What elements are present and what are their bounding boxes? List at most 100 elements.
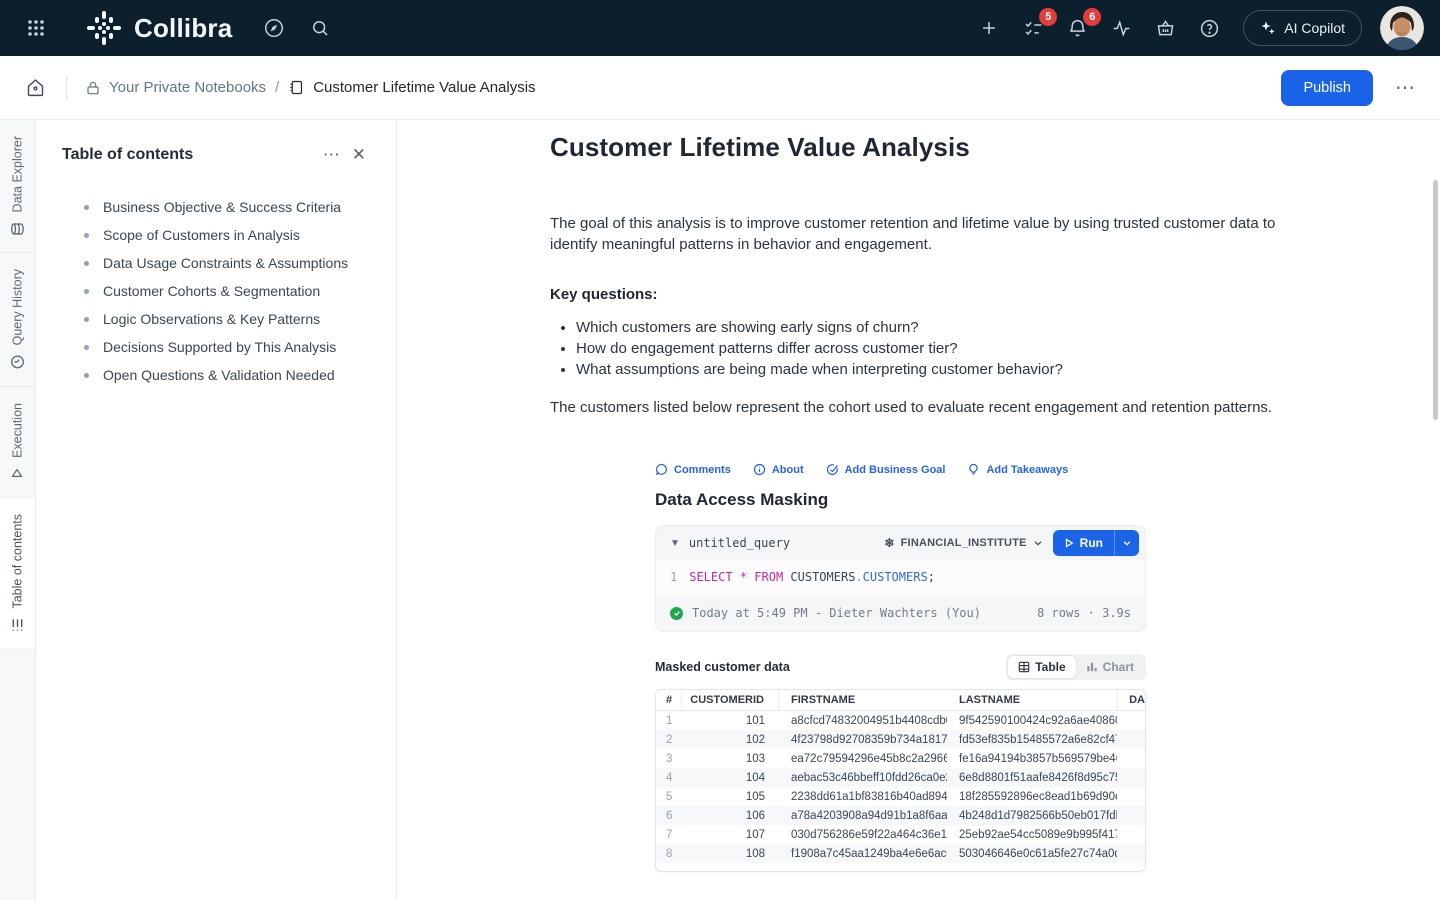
connection-selector[interactable]: ❄ FINANCIAL_INSTITUTE — [884, 536, 1042, 550]
table-cell: aebac53c46bbeff10fdd26ca0e21... — [779, 772, 947, 784]
table-row[interactable]: 8108f1908a7c45aa1249ba4e6e6ac0b...503046… — [656, 844, 1145, 863]
table-cell: fd53ef835b15485572a6e82cf47... — [947, 734, 1117, 746]
table-cell: 7 — [656, 829, 682, 841]
column-header[interactable]: CUSTOMERID — [682, 690, 779, 710]
notebook-document: Customer Lifetime Value Analysis The goa… — [397, 120, 1440, 900]
vertical-scrollbar[interactable] — [1433, 180, 1438, 420]
about-button[interactable]: About — [753, 463, 804, 476]
rail-tab-label: Query History — [11, 269, 25, 345]
result-label: Masked customer data — [655, 660, 790, 674]
bullet-dot — [84, 205, 89, 210]
home-icon[interactable] — [18, 71, 52, 105]
tasks-button[interactable]: 5 — [1015, 10, 1051, 46]
toc-item[interactable]: Logic Observations & Key Patterns — [62, 305, 372, 333]
add-business-goal-button[interactable]: Add Business Goal — [826, 463, 946, 476]
bullet-dot — [84, 345, 89, 350]
rail-tab-query-history[interactable]: Query History — [0, 253, 35, 385]
table-cell: 4f23798d92708359b734a18172c... — [779, 734, 947, 746]
table-cell: 5 — [656, 791, 682, 803]
comments-button[interactable]: Comments — [655, 463, 731, 476]
rail-tab-execution[interactable]: Execution — [0, 387, 35, 497]
breadcrumb-current: Customer Lifetime Value Analysis — [288, 79, 535, 96]
results-table[interactable]: #CUSTOMERIDFIRSTNAMELASTNAMEDA1101a8cfcd… — [655, 689, 1146, 872]
toc-item[interactable]: Scope of Customers in Analysis — [62, 221, 372, 249]
chart-view-button[interactable]: Chart — [1076, 656, 1144, 678]
bulb-icon — [967, 463, 980, 476]
column-header[interactable]: # — [656, 690, 682, 710]
table-row[interactable]: 6106a78a4203908a94d91b1a8f6aa65...4b248d… — [656, 806, 1145, 825]
toc-item[interactable]: Open Questions & Validation Needed — [62, 361, 372, 389]
column-header[interactable]: FIRSTNAME — [779, 694, 947, 706]
rail-tab-table-of-contents[interactable]: Table of contents — [0, 498, 35, 649]
toc-item[interactable]: Customer Cohorts & Segmentation — [62, 277, 372, 305]
breadcrumb-divider — [66, 75, 67, 101]
add-takeaways-button[interactable]: Add Takeaways — [967, 463, 1068, 476]
collapse-caret-icon[interactable]: ▼ — [670, 538, 680, 549]
app-launcher-grid-icon[interactable] — [18, 10, 54, 46]
table-cell: 3 — [656, 753, 682, 765]
comment-icon — [655, 463, 668, 476]
table-view-button[interactable]: Table — [1008, 656, 1075, 678]
section-title: Data Access Masking — [655, 490, 1146, 510]
toc-icon — [10, 617, 25, 632]
create-new-plus-icon[interactable] — [971, 10, 1007, 46]
toc-item-label: Logic Observations & Key Patterns — [103, 311, 320, 327]
run-button[interactable]: Run — [1053, 530, 1139, 556]
notebook-icon — [288, 79, 305, 96]
table-row[interactable]: 4104aebac53c46bbeff10fdd26ca0e21...6e8d8… — [656, 768, 1145, 787]
success-check-icon — [670, 607, 683, 620]
sql-query-cell: ▼ untitled_query ❄ FINANCIAL_INSTITUTE R… — [655, 525, 1146, 632]
help-icon[interactable] — [1191, 10, 1227, 46]
toc-item-label: Scope of Customers in Analysis — [103, 227, 300, 243]
table-grid-icon — [1018, 661, 1030, 673]
key-question-item: What assumptions are being made when int… — [576, 359, 1280, 380]
line-number: 1 — [670, 570, 677, 584]
chevron-down-icon — [1033, 538, 1043, 548]
bullet-dot — [84, 373, 89, 378]
compass-icon[interactable] — [256, 10, 292, 46]
table-row[interactable]: 51052238dd61a1bf83816b40ad89451...18f285… — [656, 787, 1145, 806]
table-row[interactable]: 7107030d756286e59f22a464c36e1fb...25eb92… — [656, 825, 1145, 844]
sql-editor[interactable]: 1 SELECT * FROM CUSTOMERS.CUSTOMERS; — [656, 560, 1145, 595]
action-label: Add Business Goal — [845, 464, 946, 476]
query-history-icon — [10, 355, 25, 370]
toc-item-label: Data Usage Constraints & Assumptions — [103, 255, 348, 271]
data-explorer-icon — [10, 221, 25, 236]
toc-title: Table of contents — [62, 146, 193, 164]
user-avatar[interactable] — [1380, 6, 1424, 50]
view-toggle: Table Chart — [1006, 654, 1146, 680]
run-options-chevron-icon[interactable] — [1115, 530, 1139, 556]
more-options-icon[interactable]: ⋯ — [1395, 78, 1416, 98]
cohort-note: The customers listed below represent the… — [550, 397, 1280, 418]
table-row[interactable]: 21024f23798d92708359b734a18172c...fd53ef… — [656, 730, 1145, 749]
table-row[interactable]: 1101a8cfcd74832004951b4408cdb0...9f54259… — [656, 711, 1145, 730]
activity-pulse-icon[interactable] — [1103, 10, 1139, 46]
tasks-badge: 5 — [1039, 8, 1057, 26]
collibra-logo[interactable]: Collibra — [84, 8, 232, 48]
table-cell: 2238dd61a1bf83816b40ad89451... — [779, 791, 947, 803]
table-row[interactable]: 3103ea72c79594296e45b8c2a29664...fe16a94… — [656, 749, 1145, 768]
column-header[interactable]: LASTNAME — [947, 694, 1117, 706]
action-label: About — [772, 464, 804, 476]
table-cell: 108 — [682, 848, 779, 860]
marketplace-basket-icon[interactable] — [1147, 10, 1183, 46]
toc-item[interactable]: Decisions Supported by This Analysis — [62, 333, 372, 361]
rail-tab-data-explorer[interactable]: Data Explorer — [0, 120, 35, 252]
toc-item[interactable]: Business Objective & Success Criteria — [62, 193, 372, 221]
breadcrumb-parent-link[interactable]: Your Private Notebooks — [85, 79, 266, 96]
query-name[interactable]: untitled_query — [689, 536, 790, 550]
toc-more-icon[interactable]: ⋯ — [317, 142, 346, 167]
table-cell: 107 — [682, 829, 779, 841]
ai-copilot-button[interactable]: AI Copilot — [1243, 10, 1362, 46]
search-icon[interactable] — [302, 10, 338, 46]
toc-close-icon[interactable]: ✕ — [346, 142, 372, 167]
toc-item-label: Business Objective & Success Criteria — [103, 199, 341, 215]
query-status-bar: Today at 5:49 PM - Dieter Wachters (You)… — [656, 595, 1145, 631]
goal-icon — [826, 463, 839, 476]
notifications-button[interactable]: 6 — [1059, 10, 1095, 46]
column-header[interactable]: DA — [1117, 690, 1145, 710]
query-run-status: Today at 5:49 PM - Dieter Wachters (You) — [692, 606, 981, 620]
publish-button[interactable]: Publish — [1281, 70, 1373, 106]
bullet-dot — [84, 317, 89, 322]
toc-item[interactable]: Data Usage Constraints & Assumptions — [62, 249, 372, 277]
